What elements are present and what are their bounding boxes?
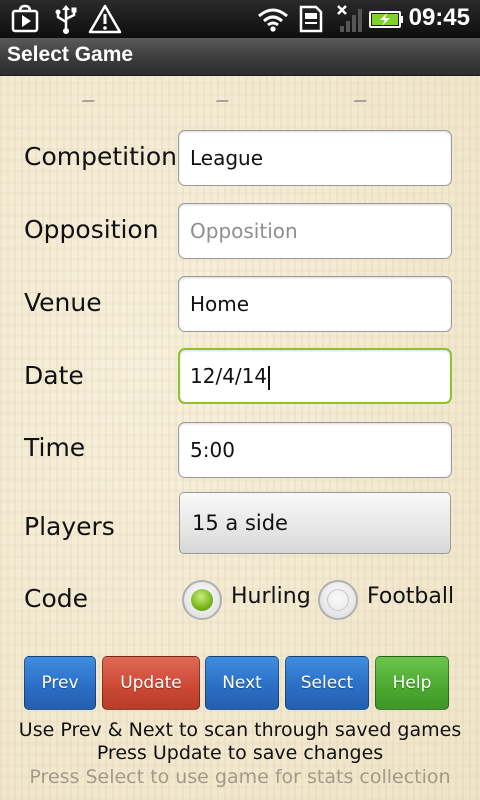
football-radio-label[interactable]: Football [367, 584, 454, 609]
main-content: Competition League Opposition Opposition… [0, 76, 480, 800]
date-value: 12/4/14 [190, 364, 268, 388]
sd-card-icon [298, 4, 324, 38]
clock: 09:45 [408, 4, 470, 31]
football-radio[interactable] [318, 580, 358, 620]
opposition-label: Opposition [24, 215, 159, 244]
page-title: Select Game [7, 43, 134, 66]
text-cursor [268, 365, 271, 390]
opposition-field[interactable]: Opposition [178, 203, 452, 259]
wifi-icon [256, 4, 290, 38]
code-label: Code [24, 584, 89, 613]
competition-field[interactable]: League [178, 130, 452, 186]
play-store-icon [10, 4, 40, 38]
date-field[interactable]: 12/4/14 [178, 348, 452, 404]
date-label: Date [24, 361, 84, 390]
update-button[interactable]: Update [102, 656, 200, 710]
hurling-radio-label[interactable]: Hurling [231, 584, 311, 609]
scroll-indicator-mark [215, 96, 233, 102]
time-label: Time [24, 433, 86, 462]
prev-button[interactable]: Prev [24, 656, 96, 710]
scroll-indicator-mark [353, 96, 371, 102]
battery-charging-icon [368, 4, 406, 38]
help-text-line: Use Prev & Next to scan through saved ga… [18, 719, 462, 741]
scroll-indicator-mark [81, 96, 99, 102]
title-bar: Select Game [0, 38, 480, 76]
help-button[interactable]: Help [375, 656, 449, 710]
select-button[interactable]: Select [285, 656, 369, 710]
help-text-line: Press Select to use game for stats colle… [29, 766, 451, 788]
competition-label: Competition [24, 142, 177, 171]
players-label: Players [24, 512, 115, 541]
hurling-radio[interactable] [182, 580, 222, 620]
next-button[interactable]: Next [205, 656, 279, 710]
players-spinner[interactable]: 15 a side [179, 492, 451, 554]
usb-icon [52, 4, 80, 38]
no-signal-icon [334, 4, 364, 38]
help-text-line: Press Update to save changes [96, 742, 384, 764]
venue-label: Venue [24, 288, 102, 317]
venue-field[interactable]: Home [178, 276, 452, 332]
radio-checked-dot [191, 589, 213, 611]
radio-unchecked [327, 589, 349, 611]
status-bar: 09:45 [0, 0, 480, 38]
time-field[interactable]: 5:00 [178, 422, 452, 478]
warning-icon [88, 4, 122, 38]
